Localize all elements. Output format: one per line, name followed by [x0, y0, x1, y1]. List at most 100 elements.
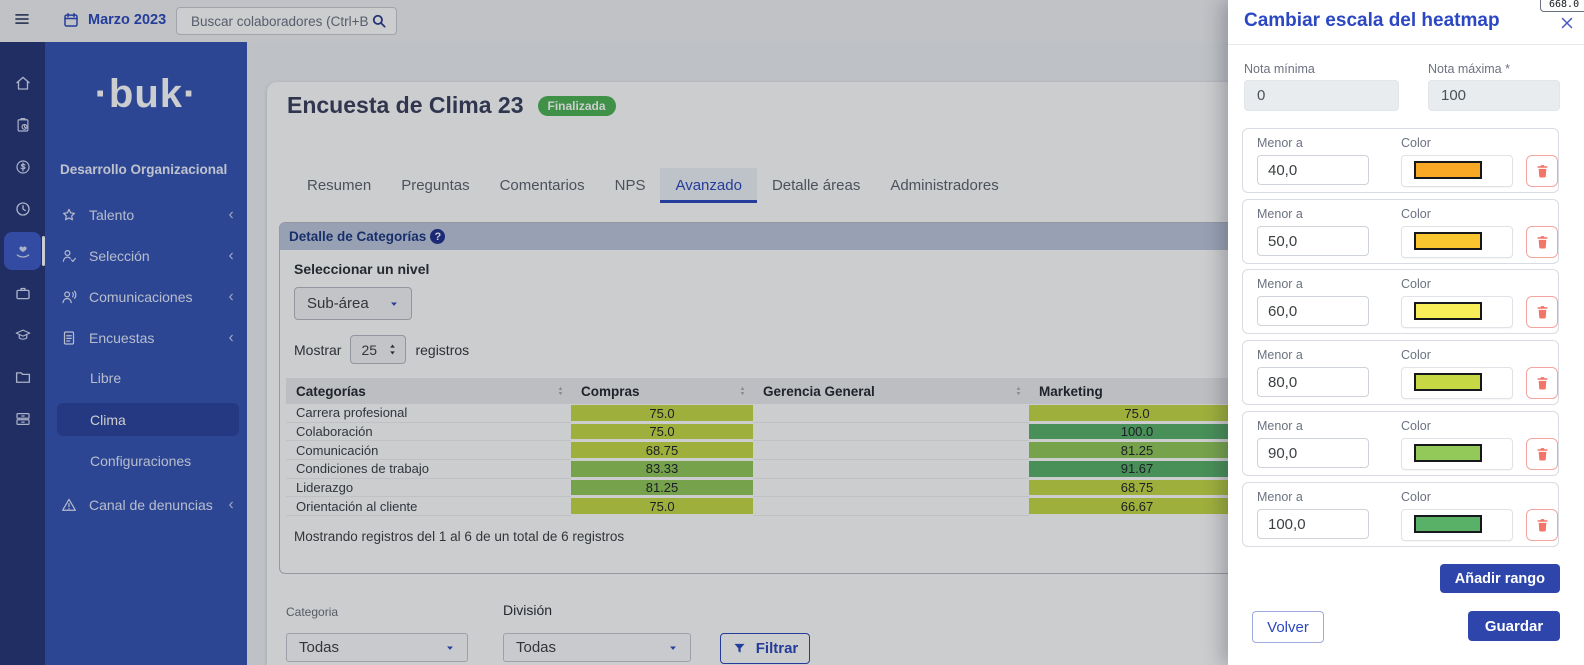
- color-picker-button[interactable]: [1401, 296, 1513, 328]
- color-picker-button[interactable]: [1401, 367, 1513, 399]
- clipboard-clock-icon: [14, 116, 32, 134]
- category-cell: Colaboración: [286, 422, 571, 441]
- rail-item-graduation-cap[interactable]: [4, 316, 41, 354]
- rail-item-hand-heart[interactable]: [4, 232, 41, 270]
- help-icon[interactable]: ?: [430, 229, 445, 244]
- table-row: Colaboración75.0100.0: [286, 422, 1245, 441]
- delete-range-button[interactable]: [1526, 367, 1558, 399]
- buk-logo[interactable]: ·buk·: [45, 72, 247, 117]
- tab-comentarios[interactable]: Comentarios: [485, 168, 600, 203]
- column-header-categorias[interactable]: Categorías: [286, 378, 571, 404]
- add-range-button[interactable]: Añadir rango: [1440, 564, 1560, 593]
- rail-item-folder[interactable]: [4, 358, 41, 396]
- value-cell-marketing: 66.67: [1029, 497, 1245, 516]
- sidebar-item-canal-de-denuncias[interactable]: Canal de denuncias: [60, 490, 237, 520]
- color-picker-button[interactable]: [1401, 509, 1513, 541]
- tab-administradores[interactable]: Administradores: [875, 168, 1013, 203]
- tab-detalle-areas[interactable]: Detalle áreas: [757, 168, 875, 203]
- sidebar-item-encuestas[interactable]: Encuestas: [60, 323, 237, 353]
- rail-item-briefcase[interactable]: [4, 274, 41, 312]
- trash-icon: [1535, 304, 1550, 320]
- filtrar-button[interactable]: Filtrar: [720, 633, 810, 664]
- chevron-left-icon: [225, 250, 237, 262]
- range-threshold-input[interactable]: [1257, 226, 1369, 256]
- period-label: Marzo 2023: [88, 12, 166, 28]
- range-threshold-input[interactable]: [1257, 296, 1369, 326]
- value-cell-compras: 81.25: [571, 478, 753, 497]
- sidebar-section-label: Desarrollo Organizacional: [60, 162, 227, 177]
- tab-avanzado[interactable]: Avanzado: [660, 168, 756, 203]
- sidebar-item-seleccion[interactable]: Selección: [60, 241, 237, 271]
- tab-nps[interactable]: NPS: [600, 168, 661, 203]
- document-icon: [60, 329, 78, 347]
- tab-resumen[interactable]: Resumen: [292, 168, 386, 203]
- column-header-gerencia-general[interactable]: Gerencia General: [753, 378, 1029, 404]
- range-threshold-input[interactable]: [1257, 509, 1369, 539]
- search-icon[interactable]: [370, 12, 388, 30]
- value-cell-gerencia-general: [753, 422, 1029, 441]
- range-row: Menor aColor: [1242, 269, 1559, 334]
- delete-range-button[interactable]: [1526, 296, 1558, 328]
- chevron-down-icon: [668, 643, 678, 653]
- color-label: Color: [1401, 419, 1431, 433]
- folder-icon: [14, 368, 32, 386]
- icon-rail: [0, 42, 45, 665]
- category-cell: Carrera profesional: [286, 404, 571, 422]
- range-threshold-input[interactable]: [1257, 367, 1369, 397]
- delete-range-button[interactable]: [1526, 155, 1558, 187]
- guardar-button[interactable]: Guardar: [1468, 611, 1560, 641]
- rail-item-money-circle[interactable]: [4, 148, 41, 186]
- delete-range-button[interactable]: [1526, 509, 1558, 541]
- range-threshold-input[interactable]: [1257, 438, 1369, 468]
- sidebar-subitem-clima[interactable]: Clima: [57, 403, 239, 436]
- color-picker-button[interactable]: [1401, 155, 1513, 187]
- rail-item-clipboard-clock[interactable]: [4, 106, 41, 144]
- sidebar-subitem-libre[interactable]: Libre: [90, 363, 121, 393]
- sidebar-item-talento[interactable]: Talento: [60, 200, 237, 230]
- rail-item-archive[interactable]: [4, 400, 41, 438]
- menor-a-label: Menor a: [1257, 136, 1303, 150]
- color-label: Color: [1401, 490, 1431, 504]
- categoria-filter-select[interactable]: Todas: [286, 633, 468, 662]
- calendar-icon: [62, 11, 80, 29]
- sidebar-item-label: Selección: [89, 248, 150, 264]
- column-header-compras[interactable]: Compras: [571, 378, 753, 404]
- column-header-marketing[interactable]: Marketing: [1029, 378, 1245, 404]
- rail-item-home[interactable]: [4, 64, 41, 102]
- level-select[interactable]: Sub-área: [294, 287, 412, 320]
- sidebar-item-label: Comunicaciones: [89, 289, 193, 305]
- value-cell-compras: 75.0: [571, 422, 753, 441]
- delete-range-button[interactable]: [1526, 438, 1558, 470]
- category-cell: Condiciones de trabajo: [286, 460, 571, 479]
- sort-icon: [738, 385, 747, 397]
- chevron-down-icon: [445, 643, 455, 653]
- value-cell-gerencia-general: [753, 404, 1029, 422]
- close-icon[interactable]: [1558, 14, 1578, 34]
- color-picker-button[interactable]: [1401, 438, 1513, 470]
- volver-button[interactable]: Volver: [1252, 611, 1324, 643]
- sidebar-item-comunicaciones[interactable]: Comunicaciones: [60, 282, 237, 312]
- chevron-left-icon: [225, 332, 237, 344]
- color-picker-button[interactable]: [1401, 226, 1513, 258]
- delete-range-button[interactable]: [1526, 226, 1558, 258]
- sidebar-subitem-configuraciones[interactable]: Configuraciones: [90, 446, 191, 476]
- menor-a-label: Menor a: [1257, 348, 1303, 362]
- page-title: Encuesta de Clima 23: [287, 92, 524, 119]
- hamburger-menu-icon[interactable]: [13, 10, 39, 32]
- divider: [1228, 44, 1584, 45]
- color-swatch: [1414, 515, 1482, 533]
- graduation-cap-icon: [14, 326, 32, 344]
- menor-a-label: Menor a: [1257, 490, 1303, 504]
- money-circle-icon: [14, 158, 32, 176]
- division-filter-select[interactable]: Todas: [503, 633, 691, 662]
- sort-icon: [1014, 385, 1023, 397]
- search-input[interactable]: [189, 13, 370, 30]
- rail-item-clock[interactable]: [4, 190, 41, 228]
- value-cell-compras: 75.0: [571, 497, 753, 516]
- records-per-page-select[interactable]: 25: [350, 335, 406, 364]
- color-swatch: [1414, 232, 1482, 250]
- range-threshold-input[interactable]: [1257, 155, 1369, 185]
- period-selector[interactable]: Marzo 2023: [62, 11, 166, 29]
- color-label: Color: [1401, 277, 1431, 291]
- tab-preguntas[interactable]: Preguntas: [386, 168, 484, 203]
